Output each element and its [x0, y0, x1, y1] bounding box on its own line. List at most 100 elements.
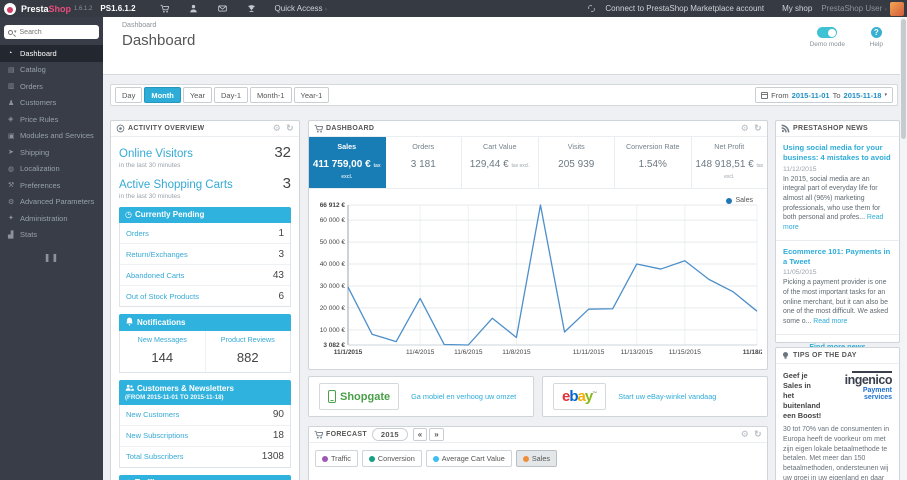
- trophy-icon[interactable]: [247, 4, 256, 14]
- panel-title: TIPS OF THE DAY: [793, 352, 857, 359]
- stats-icon: ▟: [8, 231, 14, 239]
- shipping-icon: ➤: [8, 149, 14, 157]
- my-shop-link[interactable]: My shop: [782, 4, 812, 13]
- sidebar-item-advanced-parameters[interactable]: ⚙ Advanced Parameters: [0, 194, 103, 211]
- shopgate-banner[interactable]: Shopgate Ga mobiel en verhoog uw omzet: [308, 376, 534, 417]
- total-subscribers-row[interactable]: Total Subscribers 1308: [120, 447, 290, 467]
- collapse-menu-button[interactable]: ❚❚: [0, 253, 103, 262]
- period-day-button[interactable]: Day: [115, 87, 143, 103]
- settings-gear-icon[interactable]: ⚙: [741, 124, 749, 133]
- pending-abandoned-carts-row[interactable]: Abandoned Carts 43: [120, 265, 290, 286]
- search-input[interactable]: [19, 28, 95, 36]
- sidebar-item-shipping[interactable]: ➤ Shipping: [0, 144, 103, 161]
- refresh-icon[interactable]: ↻: [286, 124, 294, 133]
- period-year-1-button[interactable]: Year-1: [293, 87, 330, 103]
- news-item-title[interactable]: Ecommerce 101: Payments in a Tweet: [783, 247, 892, 267]
- date-range-picker[interactable]: From 2015-11-01 To 2015-11-18 ▾: [755, 87, 893, 103]
- next-year-button[interactable]: »: [429, 428, 444, 441]
- shop-name[interactable]: PS1.6.1.2: [100, 4, 135, 13]
- svg-text:11/11/2015: 11/11/2015: [573, 349, 605, 356]
- period-month-button[interactable]: Month: [144, 87, 181, 103]
- scrollbar-track[interactable]: [900, 17, 907, 480]
- sidebar-item-label: Orders: [20, 81, 43, 91]
- read-more-link[interactable]: Read more: [813, 318, 847, 325]
- messages-icon[interactable]: [217, 4, 227, 14]
- sidebar-item-label: Preferences: [20, 180, 61, 190]
- date-from-label: From: [771, 90, 789, 100]
- sidebar-item-label: Advanced Parameters: [20, 197, 95, 207]
- demo-mode-label: Demo mode: [809, 41, 845, 48]
- active-carts-row[interactable]: Active Shopping Carts 3: [119, 175, 291, 192]
- kpi-cart-value[interactable]: Cart Value 129,44 € tax excl.: [462, 137, 539, 188]
- news-item-title[interactable]: Using social media for your business: 4 …: [783, 143, 892, 163]
- pending-out-of-stock-row[interactable]: Out of Stock Products 6: [120, 286, 290, 306]
- product-reviews-cell[interactable]: Product Reviews 882: [206, 331, 291, 372]
- sidebar-item-price-rules[interactable]: ◈ Price Rules: [0, 111, 103, 128]
- sidebar-item-administration[interactable]: ✦ Administration: [0, 210, 103, 227]
- settings-gear-icon[interactable]: ⚙: [741, 430, 749, 439]
- sidebar-item-modules[interactable]: ▣ Modules and Services: [0, 128, 103, 145]
- sidebar-item-preferences[interactable]: ⚒ Preferences: [0, 177, 103, 194]
- avatar[interactable]: [890, 1, 904, 16]
- marketplace-link[interactable]: Connect to PrestaShop Marketplace accoun…: [605, 4, 764, 13]
- sidebar-item-dashboard[interactable]: ◔ Dashboard: [0, 45, 103, 62]
- toggle-sales[interactable]: Sales: [515, 450, 558, 467]
- sidebar-item-customers[interactable]: ♟ Customers: [0, 95, 103, 112]
- customer-icon[interactable]: [189, 4, 198, 14]
- refresh-icon[interactable]: ↻: [754, 430, 762, 439]
- period-month-1-button[interactable]: Month-1: [250, 87, 292, 103]
- svg-text:40 000 €: 40 000 €: [320, 261, 346, 268]
- sidebar: ▾ ◔ Dashboard ▤ Catalog ▥ Orders ♟ Customers…: [0, 17, 103, 480]
- svg-text:3 082 €: 3 082 €: [323, 342, 345, 349]
- toggle-average-cart-value[interactable]: Average Cart Value: [425, 450, 512, 467]
- sidebar-item-localization[interactable]: ◍ Localization: [0, 161, 103, 178]
- tips-content: ingenico Payment services Geef je Sales i…: [776, 364, 899, 480]
- forecast-year[interactable]: 2015: [371, 428, 408, 441]
- toggle-traffic[interactable]: Traffic: [315, 450, 358, 467]
- cart-icon[interactable]: [159, 4, 169, 14]
- toggle-conversion[interactable]: Conversion: [361, 450, 422, 467]
- previous-year-button[interactable]: «: [412, 428, 428, 441]
- sidebar-item-catalog[interactable]: ▤ Catalog: [0, 62, 103, 79]
- ebay-link[interactable]: Start uw eBay-winkel vandaag: [618, 392, 716, 401]
- new-messages-cell[interactable]: New Messages 144: [120, 331, 206, 372]
- settings-gear-icon[interactable]: ⚙: [273, 124, 281, 133]
- period-toolbar: Day Month Year Day-1 Month-1 Year-1 From…: [110, 84, 898, 106]
- customers-newsletters-section: Customers & Newsletters (FROM 2015-11-01…: [119, 380, 291, 468]
- period-day-1-button[interactable]: Day-1: [214, 87, 249, 103]
- sidebar-item-label: Shipping: [20, 147, 50, 157]
- chart-legend[interactable]: Sales: [726, 197, 753, 204]
- sidebar-item-label: Localization: [20, 164, 60, 174]
- scrollbar-thumb[interactable]: [901, 19, 906, 139]
- news-item-body: Picking a payment provider is one of the…: [783, 279, 889, 325]
- ebay-banner[interactable]: ebay™ Start uw eBay-winkel vandaag: [542, 376, 768, 417]
- kpi-net-profit[interactable]: Net Profit 148 918,51 € tax excl.: [692, 137, 768, 188]
- refresh-icon[interactable]: ↻: [754, 124, 762, 133]
- user-menu[interactable]: PrestaShop User ▾: [821, 4, 887, 13]
- sidebar-item-orders[interactable]: ▥ Orders: [0, 78, 103, 95]
- dashboard-icon: ◔: [8, 49, 13, 57]
- kpi-orders[interactable]: Orders 3 181: [386, 137, 462, 188]
- pending-orders-row[interactable]: Orders 1: [120, 223, 290, 244]
- help-icon[interactable]: ?: [870, 27, 882, 38]
- kpi-conversion-rate[interactable]: Conversion Rate 1.54%: [615, 137, 692, 188]
- demo-mode-toggle[interactable]: [817, 27, 838, 38]
- sales-line-chart: 11/1/2015 11/4/2015 11/6/2015 11/8/2015 11/1…: [320, 202, 772, 356]
- kpi-visits[interactable]: Visits 205 939: [539, 137, 615, 188]
- sidebar-item-stats[interactable]: ▟ Stats: [0, 227, 103, 244]
- new-customers-row[interactable]: New Customers 90: [120, 405, 290, 426]
- pending-returns-row[interactable]: Return/Exchanges 3: [120, 244, 290, 265]
- shopgate-link[interactable]: Ga mobiel en verhoog uw omzet: [411, 392, 516, 401]
- section-title: Currently Pending: [134, 210, 205, 219]
- kpi-sales[interactable]: Sales 411 759,00 € tax excl.: [309, 137, 386, 188]
- quick-access-menu[interactable]: Quick Access ▾: [275, 4, 328, 13]
- topbar: PrestaShop 1.6.1.2 PS1.6.1.2 Quick Acces…: [0, 0, 907, 17]
- help-label: Help: [869, 41, 883, 48]
- new-subscriptions-row[interactable]: New Subscriptions 18: [120, 426, 290, 447]
- period-year-button[interactable]: Year: [182, 87, 212, 103]
- help-control[interactable]: ? Help: [870, 27, 883, 48]
- preferences-icon: ⚒: [8, 182, 15, 190]
- cart-icon: [314, 430, 323, 439]
- localization-icon: ◍: [8, 165, 15, 173]
- online-visitors-row[interactable]: Online Visitors 32: [119, 144, 291, 161]
